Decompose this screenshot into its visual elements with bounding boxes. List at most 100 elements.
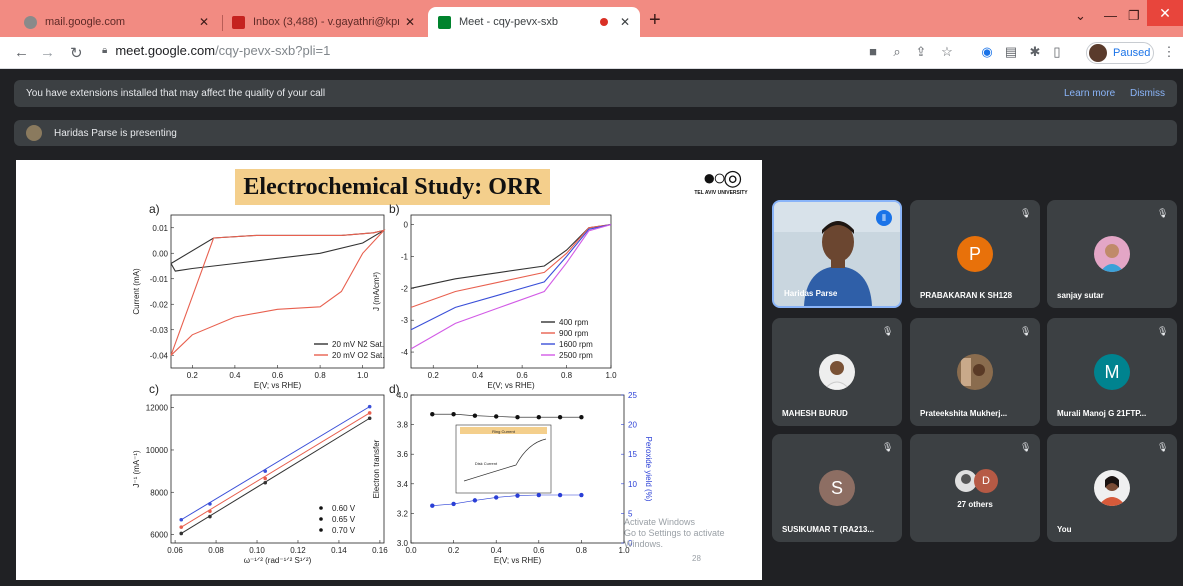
dismiss-button[interactable]: Dismiss	[1130, 88, 1165, 99]
panel-3-ytick-label: 10000	[146, 446, 169, 455]
panel-3-legend-swatch	[319, 528, 323, 532]
panel-3-legend-swatch	[319, 506, 323, 510]
panel-2-ytick-label: -1	[401, 252, 409, 261]
panel-3-xtick-label: 0.14	[331, 546, 347, 555]
new-tab-button[interactable]: +	[649, 9, 661, 32]
panel-3-point	[263, 469, 268, 473]
participant-tile[interactable]: 🎙︎ S SUSIKUMAR T (RA213...	[772, 434, 902, 542]
panel-3-point	[367, 411, 372, 415]
panel-4-inset-disk-label: Disk Current	[475, 461, 498, 466]
panel-1-label: a)	[149, 202, 160, 216]
close-tab-icon[interactable]: ✕	[199, 15, 209, 29]
participant-tile[interactable]: 🎙︎ M Murali Manoj G 21FTP...	[1047, 318, 1177, 426]
participant-tile[interactable]: 🎙︎ P PRABAKARAN K SH128	[910, 200, 1040, 308]
menu-kebab-icon[interactable]: ⋮	[1162, 45, 1176, 59]
panel-4-y2tick-label: 25	[628, 391, 637, 400]
panel-2-xtick-label: 0.2	[428, 371, 440, 380]
mic-muted-icon: 🎙︎	[1157, 326, 1169, 336]
watermark-line-2: Go to Settings to activate Windows.	[624, 528, 725, 549]
lock-icon: 🔒︎	[102, 45, 108, 56]
others-tile[interactable]: 🎙︎ D 27 others	[910, 434, 1040, 542]
forward-button[interactable]: →	[40, 44, 55, 61]
url-path: /cqy-pevx-sxb?pli=1	[215, 43, 331, 58]
participant-tile-video[interactable]: ⦀ Haridas Parse	[772, 200, 902, 308]
panel-2-label: b)	[389, 202, 400, 216]
side-panel-icon[interactable]: ▯	[1050, 45, 1064, 59]
participant-name: Prateekshita Mukherj...	[920, 409, 1008, 418]
panel-3-xtick-label: 0.06	[167, 546, 183, 555]
panel-3-point	[263, 480, 268, 485]
windows-watermark: Activate Windows Go to Settings to activ…	[624, 517, 762, 550]
share-icon[interactable]: ⇪	[914, 45, 928, 59]
close-tab-icon[interactable]: ✕	[620, 15, 630, 29]
tab-meet[interactable]: Meet - cqy-pevx-sxb ✕	[428, 7, 640, 37]
mic-muted-icon: 🎙︎	[1157, 208, 1169, 218]
tab-inbox[interactable]: Inbox (3,488) - v.gayathri@kpriet.ac.in …	[222, 7, 425, 37]
participant-tile[interactable]: 🎙︎ sanjay sutar	[1047, 200, 1177, 308]
participant-tile[interactable]: 🎙︎ MAHESH BURUD	[772, 318, 902, 426]
participant-avatar: P	[957, 236, 993, 272]
tab-search-chevron-icon[interactable]: ⌄	[1075, 8, 1086, 24]
restore-button[interactable]: ❐	[1128, 8, 1140, 24]
speaking-indicator-icon: ⦀	[876, 210, 892, 226]
camera-icon[interactable]: ■	[866, 45, 880, 59]
learn-more-link[interactable]: Learn more	[1064, 88, 1115, 99]
panel-4-inset-frame	[455, 424, 552, 494]
extension-blue-icon[interactable]: ◉	[980, 45, 994, 59]
panel-2-legend-label: 1600 rpm	[559, 340, 593, 349]
tab-title: mail.google.com	[45, 16, 126, 28]
extensions-warning-banner: You have extensions installed that may a…	[14, 80, 1177, 107]
tab-title: Inbox (3,488) - v.gayathri@kpriet.ac.in	[253, 16, 399, 28]
close-tab-icon[interactable]: ✕	[405, 15, 415, 29]
mic-muted-icon: 🎙︎	[1020, 442, 1032, 452]
window-close-button[interactable]: ✕	[1147, 0, 1183, 26]
panel-3-ytick-label: 12000	[146, 404, 169, 413]
extension-doc-icon[interactable]: ▤	[1004, 45, 1018, 59]
panel-3-point	[263, 476, 268, 481]
address-bar[interactable]: 🔒︎ meet.google.com/cqy-pevx-sxb?pli=1	[102, 43, 330, 58]
panel-4-ytick-label: 3.4	[397, 480, 409, 489]
profile-button[interactable]: Paused	[1086, 42, 1154, 64]
back-button[interactable]: ←	[14, 44, 29, 61]
participant-tile[interactable]: 🎙︎ Prateekshita Mukherj...	[910, 318, 1040, 426]
panel-1-ytick-label: 0.00	[152, 249, 168, 258]
minimize-button[interactable]: —	[1104, 8, 1117, 23]
panel-3-point	[179, 531, 184, 536]
panel-2-ytick-label: -3	[401, 316, 409, 325]
panel-2-ylabel: J (mA/cm²)	[372, 272, 381, 311]
panel-4-xlabel: E(V; vs RHE)	[494, 556, 542, 565]
panel-3-xtick-label: 0.12	[290, 546, 306, 555]
zoom-icon[interactable]: ⌕	[890, 45, 904, 59]
panel-2-legend-label: 900 rpm	[559, 329, 589, 338]
panel-1-xtick-label: 0.2	[187, 371, 199, 380]
presenter-bar: Haridas Parse is presenting	[14, 120, 1177, 146]
participant-photo	[1094, 236, 1130, 272]
panel-3-ylabel: J⁻¹ (mA⁻¹)	[132, 450, 141, 488]
panel-4-ytick-label: 3.0	[397, 539, 409, 548]
extensions-puzzle-icon[interactable]: ✱	[1028, 45, 1042, 59]
bookmark-star-icon[interactable]: ☆	[940, 45, 954, 59]
participant-tile-self[interactable]: 🎙︎ You	[1047, 434, 1177, 542]
panel-2-xtick-label: 1.0	[605, 371, 617, 380]
panel-2-legend-label: 2500 rpm	[559, 351, 593, 360]
participant-name: You	[1057, 525, 1072, 534]
panel-3-xtick-label: 0.16	[372, 546, 388, 555]
panel-3-legend-swatch	[319, 517, 323, 521]
presenter-label: Haridas Parse is presenting	[54, 127, 177, 139]
tab-gmail[interactable]: mail.google.com ✕	[14, 7, 219, 37]
panel-2-xlabel: E(V; vs RHE)	[487, 381, 535, 390]
panel-4-y2tick-label: 15	[628, 450, 637, 459]
panel-3-legend-label: 0.60 V	[332, 504, 356, 513]
panel-1-xtick-label: 0.4	[229, 371, 241, 380]
participant-photo	[1094, 470, 1130, 506]
panel-4-y2label: Peroxide yield (%)	[644, 437, 653, 502]
panel-4-y2tick-label: 20	[628, 421, 637, 430]
panel-2-ytick-label: -2	[401, 284, 409, 293]
panel-2-series-1	[410, 224, 612, 289]
reload-button[interactable]: ↻	[70, 44, 83, 62]
panel-3-label: c)	[149, 382, 159, 396]
panel-3-point	[208, 509, 212, 514]
participant-name: MAHESH BURUD	[782, 409, 848, 418]
participant-avatar: M	[1094, 354, 1130, 390]
participant-photo	[819, 354, 855, 390]
